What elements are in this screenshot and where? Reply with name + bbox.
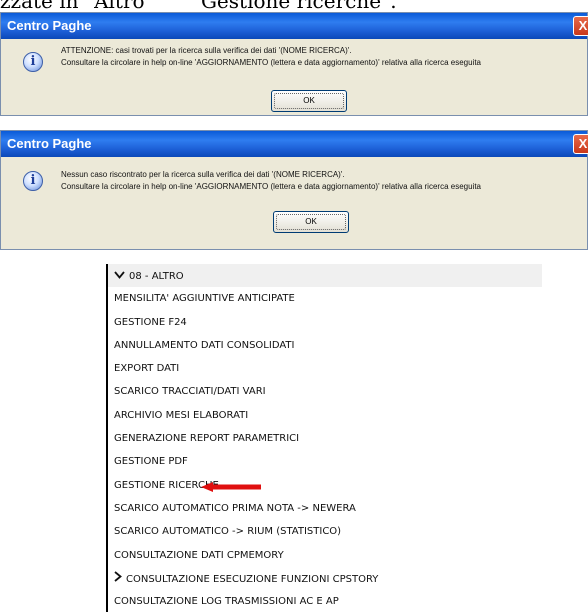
dialog-title: Centro Paghe xyxy=(7,18,92,33)
altro-menu: 08 - ALTRO MENSILITA' AGGIUNTIVE ANTICIP… xyxy=(106,264,542,612)
menu-item-generazione-report[interactable]: GENERAZIONE REPORT PARAMETRICI xyxy=(108,427,542,450)
menu-item-gestione-pdf[interactable]: GESTIONE PDF xyxy=(108,450,542,473)
menu-item-label: MENSILITA' AGGIUNTIVE ANTICIPATE xyxy=(114,293,295,305)
chevron-right-icon xyxy=(114,567,122,590)
menu-item-consultazione-cpmemory[interactable]: CONSULTAZIONE DATI CPMEMORY xyxy=(108,544,542,567)
message-line-1: ATTENZIONE: casi trovati per la ricerca … xyxy=(61,46,352,55)
heading-left: zzate in "Altro" xyxy=(0,0,154,11)
message-line-1: Nessun caso riscontrato per la ricerca s… xyxy=(61,170,345,179)
red-arrow-icon xyxy=(201,481,261,492)
ok-button[interactable]: OK xyxy=(271,90,347,112)
alert-dialog-cases-found: Centro Paghe X i ATTENZIONE: casi trovat… xyxy=(0,12,588,116)
menu-item-consultazione-log[interactable]: CONSULTAZIONE LOG TRASMISSIONI AC E AP xyxy=(108,590,542,613)
dialog-titlebar[interactable]: Centro Paghe X xyxy=(1,131,588,157)
menu-item-gestione-ricerche[interactable]: GESTIONE RICERCHE xyxy=(108,474,542,497)
menu-item-label: GESTIONE F24 xyxy=(114,316,187,328)
menu-item-mensilita-aggiuntive[interactable]: MENSILITA' AGGIUNTIVE ANTICIPATE xyxy=(108,287,542,310)
menu-item-label: GENERAZIONE REPORT PARAMETRICI xyxy=(114,433,300,445)
dialog-titlebar[interactable]: Centro Paghe X xyxy=(1,13,588,39)
dialog-message: Nessun caso riscontrato per la ricerca s… xyxy=(61,169,587,193)
menu-item-label: CONSULTAZIONE ESECUZIONE FUNZIONI CPSTOR… xyxy=(126,573,379,585)
menu-header-altro[interactable]: 08 - ALTRO xyxy=(108,264,542,288)
menu-item-gestione-f24[interactable]: GESTIONE F24 xyxy=(108,311,542,334)
menu-item-label: SCARICO AUTOMATICO PRIMA NOTA -> NEWERA xyxy=(114,502,356,514)
dialog-title: Centro Paghe xyxy=(7,136,92,151)
chevron-down-icon xyxy=(114,264,125,287)
menu-item-export-dati[interactable]: EXPORT DATI xyxy=(108,357,542,380)
menu-item-label: SCARICO TRACCIATI/DATI VARI xyxy=(114,386,266,398)
menu-item-label: CONSULTAZIONE DATI CPMEMORY xyxy=(114,549,284,561)
dialog-message: ATTENZIONE: casi trovati per la ricerca … xyxy=(61,45,587,69)
document-heading-text: zzate in "Altro" "Gestione ricerche". xyxy=(0,0,588,11)
message-line-2: Consultare la circolare in help on-line … xyxy=(61,58,481,67)
menu-item-archivio-mesi[interactable]: ARCHIVIO MESI ELABORATI xyxy=(108,404,542,427)
ok-button[interactable]: OK xyxy=(273,211,349,233)
info-icon: i xyxy=(23,171,43,191)
menu-item-label: CONSULTAZIONE LOG TRASMISSIONI AC E AP xyxy=(114,596,339,608)
menu-item-scarico-prima-nota[interactable]: SCARICO AUTOMATICO PRIMA NOTA -> NEWERA xyxy=(108,497,542,520)
close-button[interactable]: X xyxy=(573,134,588,154)
heading-right: "Gestione ricerche". xyxy=(192,0,397,11)
menu-item-annullamento-dati[interactable]: ANNULLAMENTO DATI CONSOLIDATI xyxy=(108,334,542,357)
menu-item-label: SCARICO AUTOMATICO -> RIUM (STATISTICO) xyxy=(114,526,342,538)
menu-item-consultazione-cpstory[interactable]: CONSULTAZIONE ESECUZIONE FUNZIONI CPSTOR… xyxy=(108,567,542,590)
alert-dialog-no-cases: Centro Paghe X i Nessun caso riscontrato… xyxy=(0,130,588,250)
menu-item-label: ANNULLAMENTO DATI CONSOLIDATI xyxy=(114,339,295,351)
menu-header-label: 08 - ALTRO xyxy=(129,271,184,282)
menu-item-scarico-rium[interactable]: SCARICO AUTOMATICO -> RIUM (STATISTICO) xyxy=(108,520,542,543)
menu-item-label: ARCHIVIO MESI ELABORATI xyxy=(114,409,249,421)
close-button[interactable]: X xyxy=(573,16,588,36)
menu-item-label: EXPORT DATI xyxy=(114,363,180,375)
info-icon: i xyxy=(23,52,43,72)
menu-item-label: GESTIONE PDF xyxy=(114,456,188,468)
message-line-2: Consultare la circolare in help on-line … xyxy=(61,182,481,191)
menu-item-scarico-tracciati[interactable]: SCARICO TRACCIATI/DATI VARI xyxy=(108,380,542,403)
